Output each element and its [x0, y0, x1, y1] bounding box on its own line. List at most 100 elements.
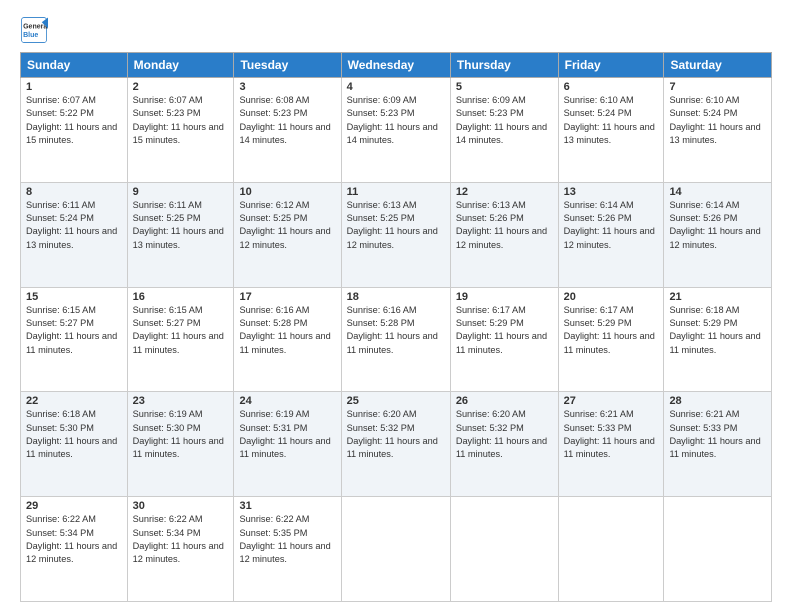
day-number: 13 [564, 186, 659, 198]
day-number: 16 [133, 291, 229, 303]
day-number: 4 [347, 81, 445, 93]
table-row: 22Sunrise: 6:18 AMSunset: 5:30 PMDayligh… [21, 392, 128, 497]
table-row: 26Sunrise: 6:20 AMSunset: 5:32 PMDayligh… [450, 392, 558, 497]
day-number: 6 [564, 81, 659, 93]
day-info: Sunrise: 6:15 AMSunset: 5:27 PMDaylight:… [26, 304, 122, 357]
day-info: Sunrise: 6:14 AMSunset: 5:26 PMDaylight:… [564, 199, 659, 252]
day-info: Sunrise: 6:11 AMSunset: 5:24 PMDaylight:… [26, 199, 122, 252]
day-number: 14 [669, 186, 766, 198]
day-number: 15 [26, 291, 122, 303]
day-info: Sunrise: 6:07 AMSunset: 5:22 PMDaylight:… [26, 94, 122, 147]
day-info: Sunrise: 6:16 AMSunset: 5:28 PMDaylight:… [347, 304, 445, 357]
day-number: 26 [456, 395, 553, 407]
day-info: Sunrise: 6:10 AMSunset: 5:24 PMDaylight:… [564, 94, 659, 147]
table-row: 21Sunrise: 6:18 AMSunset: 5:29 PMDayligh… [664, 287, 772, 392]
table-row [341, 497, 450, 602]
table-row: 1Sunrise: 6:07 AMSunset: 5:22 PMDaylight… [21, 78, 128, 183]
table-row: 7Sunrise: 6:10 AMSunset: 5:24 PMDaylight… [664, 78, 772, 183]
svg-text:Blue: Blue [23, 32, 38, 39]
table-row: 14Sunrise: 6:14 AMSunset: 5:26 PMDayligh… [664, 182, 772, 287]
table-row: 28Sunrise: 6:21 AMSunset: 5:33 PMDayligh… [664, 392, 772, 497]
logo-icon: General Blue [20, 16, 48, 44]
day-info: Sunrise: 6:10 AMSunset: 5:24 PMDaylight:… [669, 94, 766, 147]
table-row [450, 497, 558, 602]
day-info: Sunrise: 6:18 AMSunset: 5:30 PMDaylight:… [26, 408, 122, 461]
table-row: 13Sunrise: 6:14 AMSunset: 5:26 PMDayligh… [558, 182, 664, 287]
table-row: 18Sunrise: 6:16 AMSunset: 5:28 PMDayligh… [341, 287, 450, 392]
day-info: Sunrise: 6:13 AMSunset: 5:26 PMDaylight:… [456, 199, 553, 252]
day-number: 30 [133, 500, 229, 512]
table-row: 24Sunrise: 6:19 AMSunset: 5:31 PMDayligh… [234, 392, 341, 497]
day-number: 3 [239, 81, 335, 93]
table-row: 29Sunrise: 6:22 AMSunset: 5:34 PMDayligh… [21, 497, 128, 602]
page: General Blue SundayMondayTuesdayWednesda… [0, 0, 792, 612]
header: General Blue [20, 16, 772, 44]
day-number: 8 [26, 186, 122, 198]
day-number: 20 [564, 291, 659, 303]
table-row: 31Sunrise: 6:22 AMSunset: 5:35 PMDayligh… [234, 497, 341, 602]
col-header-wednesday: Wednesday [341, 53, 450, 78]
day-number: 28 [669, 395, 766, 407]
day-info: Sunrise: 6:19 AMSunset: 5:31 PMDaylight:… [239, 408, 335, 461]
table-row: 11Sunrise: 6:13 AMSunset: 5:25 PMDayligh… [341, 182, 450, 287]
col-header-sunday: Sunday [21, 53, 128, 78]
day-number: 25 [347, 395, 445, 407]
day-info: Sunrise: 6:17 AMSunset: 5:29 PMDaylight:… [456, 304, 553, 357]
day-info: Sunrise: 6:21 AMSunset: 5:33 PMDaylight:… [669, 408, 766, 461]
day-number: 29 [26, 500, 122, 512]
day-info: Sunrise: 6:21 AMSunset: 5:33 PMDaylight:… [564, 408, 659, 461]
day-info: Sunrise: 6:20 AMSunset: 5:32 PMDaylight:… [456, 408, 553, 461]
day-info: Sunrise: 6:09 AMSunset: 5:23 PMDaylight:… [347, 94, 445, 147]
table-row [558, 497, 664, 602]
day-info: Sunrise: 6:08 AMSunset: 5:23 PMDaylight:… [239, 94, 335, 147]
table-row: 23Sunrise: 6:19 AMSunset: 5:30 PMDayligh… [127, 392, 234, 497]
day-info: Sunrise: 6:12 AMSunset: 5:25 PMDaylight:… [239, 199, 335, 252]
logo: General Blue [20, 16, 48, 44]
day-number: 27 [564, 395, 659, 407]
table-row: 20Sunrise: 6:17 AMSunset: 5:29 PMDayligh… [558, 287, 664, 392]
day-number: 19 [456, 291, 553, 303]
day-number: 1 [26, 81, 122, 93]
day-info: Sunrise: 6:20 AMSunset: 5:32 PMDaylight:… [347, 408, 445, 461]
col-header-thursday: Thursday [450, 53, 558, 78]
table-row: 3Sunrise: 6:08 AMSunset: 5:23 PMDaylight… [234, 78, 341, 183]
day-info: Sunrise: 6:09 AMSunset: 5:23 PMDaylight:… [456, 94, 553, 147]
day-info: Sunrise: 6:18 AMSunset: 5:29 PMDaylight:… [669, 304, 766, 357]
day-number: 2 [133, 81, 229, 93]
day-number: 9 [133, 186, 229, 198]
col-header-friday: Friday [558, 53, 664, 78]
table-row: 30Sunrise: 6:22 AMSunset: 5:34 PMDayligh… [127, 497, 234, 602]
col-header-saturday: Saturday [664, 53, 772, 78]
day-info: Sunrise: 6:17 AMSunset: 5:29 PMDaylight:… [564, 304, 659, 357]
day-info: Sunrise: 6:16 AMSunset: 5:28 PMDaylight:… [239, 304, 335, 357]
table-row: 6Sunrise: 6:10 AMSunset: 5:24 PMDaylight… [558, 78, 664, 183]
table-row: 15Sunrise: 6:15 AMSunset: 5:27 PMDayligh… [21, 287, 128, 392]
day-number: 10 [239, 186, 335, 198]
table-row: 25Sunrise: 6:20 AMSunset: 5:32 PMDayligh… [341, 392, 450, 497]
table-row: 9Sunrise: 6:11 AMSunset: 5:25 PMDaylight… [127, 182, 234, 287]
table-row: 4Sunrise: 6:09 AMSunset: 5:23 PMDaylight… [341, 78, 450, 183]
day-number: 5 [456, 81, 553, 93]
table-row: 5Sunrise: 6:09 AMSunset: 5:23 PMDaylight… [450, 78, 558, 183]
day-number: 22 [26, 395, 122, 407]
day-info: Sunrise: 6:22 AMSunset: 5:34 PMDaylight:… [133, 513, 229, 566]
day-info: Sunrise: 6:13 AMSunset: 5:25 PMDaylight:… [347, 199, 445, 252]
day-number: 23 [133, 395, 229, 407]
day-number: 18 [347, 291, 445, 303]
col-header-monday: Monday [127, 53, 234, 78]
day-number: 11 [347, 186, 445, 198]
table-row: 27Sunrise: 6:21 AMSunset: 5:33 PMDayligh… [558, 392, 664, 497]
table-row: 19Sunrise: 6:17 AMSunset: 5:29 PMDayligh… [450, 287, 558, 392]
calendar-table: SundayMondayTuesdayWednesdayThursdayFrid… [20, 52, 772, 602]
day-info: Sunrise: 6:19 AMSunset: 5:30 PMDaylight:… [133, 408, 229, 461]
table-row: 16Sunrise: 6:15 AMSunset: 5:27 PMDayligh… [127, 287, 234, 392]
day-number: 31 [239, 500, 335, 512]
table-row: 8Sunrise: 6:11 AMSunset: 5:24 PMDaylight… [21, 182, 128, 287]
table-row: 12Sunrise: 6:13 AMSunset: 5:26 PMDayligh… [450, 182, 558, 287]
day-info: Sunrise: 6:14 AMSunset: 5:26 PMDaylight:… [669, 199, 766, 252]
day-info: Sunrise: 6:22 AMSunset: 5:34 PMDaylight:… [26, 513, 122, 566]
day-info: Sunrise: 6:15 AMSunset: 5:27 PMDaylight:… [133, 304, 229, 357]
day-number: 7 [669, 81, 766, 93]
day-number: 12 [456, 186, 553, 198]
day-number: 17 [239, 291, 335, 303]
